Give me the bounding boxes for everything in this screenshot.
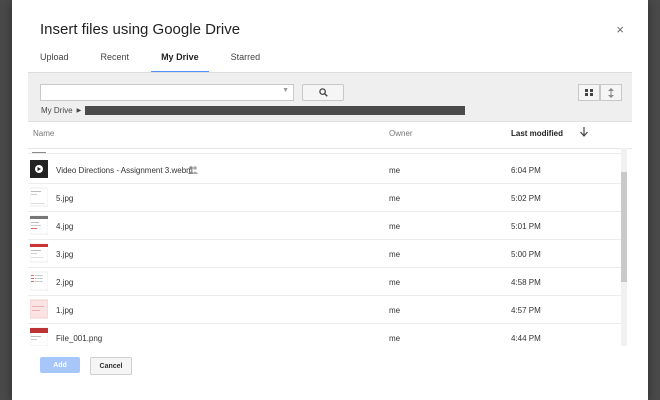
shared-people-icon	[188, 166, 198, 174]
image-thumbnail-icon	[30, 215, 48, 235]
file-row[interactable]: 5.jpg me 5:02 PM	[28, 184, 622, 212]
file-name: File_001.png	[56, 334, 103, 343]
sort-icon	[608, 87, 614, 98]
breadcrumb: My Drive ▶	[41, 106, 466, 115]
file-list-header: Name Owner Last modified	[28, 120, 632, 149]
file-name: 1.jpg	[56, 306, 74, 315]
image-thumbnail-icon	[30, 271, 48, 291]
breadcrumb-my-drive[interactable]: My Drive	[41, 106, 73, 115]
grid-icon	[585, 89, 593, 96]
dialog-title: Insert files using Google Drive	[40, 21, 241, 38]
file-owner: me	[389, 250, 401, 259]
file-modified: 5:00 PM	[511, 250, 541, 259]
file-owner: me	[389, 166, 401, 175]
scrollbar-thumb[interactable]	[621, 172, 627, 282]
image-thumbnail-icon	[30, 299, 48, 319]
video-thumbnail-icon	[30, 160, 48, 178]
tab-recent[interactable]: Recent	[91, 44, 140, 72]
breadcrumb-arrow-icon: ▶	[76, 108, 82, 114]
dropdown-caret-icon[interactable]: ▼	[282, 87, 289, 94]
sort-button[interactable]	[600, 84, 622, 101]
file-row[interactable]: 2.jpg me 4:58 PM	[28, 268, 622, 296]
file-row-partial[interactable]	[28, 148, 622, 154]
file-name: 4.jpg	[56, 222, 74, 231]
file-modified: 6:04 PM	[511, 166, 541, 175]
file-owner: me	[389, 306, 401, 315]
file-modified: 4:44 PM	[511, 334, 541, 343]
column-owner[interactable]: Owner	[389, 129, 413, 138]
search-button[interactable]	[302, 84, 344, 101]
column-last-modified[interactable]: Last modified	[511, 129, 563, 138]
image-thumbnail-icon	[30, 243, 48, 263]
insert-files-dialog: Insert files using Google Drive × Upload…	[12, 0, 648, 400]
add-button[interactable]: Add	[40, 357, 80, 373]
tab-upload[interactable]: Upload	[30, 44, 79, 72]
file-modified: 4:57 PM	[511, 306, 541, 315]
file-modified: 4:58 PM	[511, 278, 541, 287]
view-buttons	[578, 84, 622, 101]
file-row[interactable]: Video Directions - Assignment 3.webm me …	[28, 156, 622, 184]
file-row[interactable]: File_001.png me 4:44 PM	[28, 324, 622, 346]
file-owner: me	[389, 334, 401, 343]
sort-down-arrow-icon	[580, 127, 588, 137]
file-owner: me	[389, 194, 401, 203]
file-owner: me	[389, 222, 401, 231]
file-name: Video Directions - Assignment 3.webm	[56, 166, 193, 175]
tab-bar: Upload Recent My Drive Starred	[30, 44, 282, 73]
file-name: 5.jpg	[56, 194, 74, 203]
tab-my-drive[interactable]: My Drive	[151, 44, 209, 73]
file-modified: 5:01 PM	[511, 222, 541, 231]
column-name[interactable]: Name	[33, 129, 54, 138]
image-thumbnail-icon	[30, 327, 48, 346]
toolbar: ▼ My Drive ▶	[28, 72, 632, 122]
search-icon	[318, 88, 328, 97]
file-row[interactable]: 1.jpg me 4:57 PM	[28, 296, 622, 324]
cancel-button[interactable]: Cancel	[90, 357, 132, 375]
file-modified: 5:02 PM	[511, 194, 541, 203]
file-list: Video Directions - Assignment 3.webm me …	[28, 148, 632, 346]
scrollbar[interactable]	[621, 148, 627, 346]
file-row[interactable]: 4.jpg me 5:01 PM	[28, 212, 622, 240]
file-name: 2.jpg	[56, 278, 74, 287]
grid-view-button[interactable]	[578, 84, 600, 101]
search-input[interactable]: ▼	[40, 84, 294, 101]
breadcrumb-redacted	[85, 106, 466, 115]
file-name: 3.jpg	[56, 250, 74, 259]
image-thumbnail-icon	[30, 187, 48, 207]
tab-starred[interactable]: Starred	[221, 44, 271, 72]
partial-thumbnail	[32, 152, 46, 153]
file-owner: me	[389, 278, 401, 287]
close-icon[interactable]: ×	[616, 22, 624, 37]
file-row[interactable]: 3.jpg me 5:00 PM	[28, 240, 622, 268]
